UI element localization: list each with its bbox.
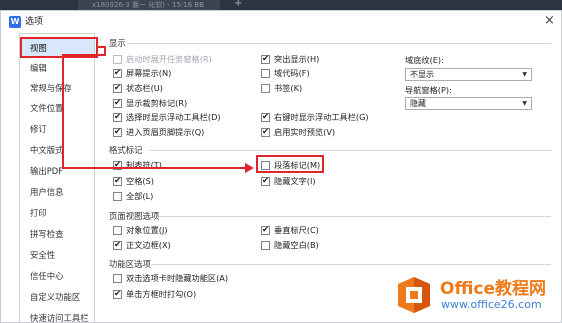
checkbox-box[interactable]: [113, 111, 122, 123]
watermark-url: www.office26.com: [441, 298, 542, 311]
options-sidebar: 视图 编辑 常规与保存 文件位置 修订 中文版式 输出PDF 用户信息 打印 拼…: [19, 33, 95, 323]
checkbox-box[interactable]: [261, 224, 270, 236]
checkbox-box[interactable]: [113, 97, 122, 109]
sidebar-item-user-info[interactable]: 用户信息: [20, 182, 94, 202]
checkbox-box[interactable]: [113, 67, 122, 79]
checkbox-box[interactable]: [261, 241, 270, 250]
checkbox-box[interactable]: [113, 175, 122, 187]
field-shading-select[interactable]: 不显示 ▼: [405, 68, 532, 81]
annotation-arrow-icon: [245, 163, 254, 173]
section-ribbon-heading: 功能区选项: [109, 259, 151, 269]
checkbox-box[interactable]: [261, 175, 270, 187]
sidebar-item-file-location[interactable]: 文件位置: [20, 98, 94, 118]
sidebar-item-security[interactable]: 安全性: [20, 245, 94, 265]
sidebar-item-customize-ribbon[interactable]: 自定义功能区: [20, 287, 94, 307]
sidebar-item-trust-center[interactable]: 信任中心: [20, 266, 94, 286]
section-divider: [149, 150, 551, 151]
section-divider: [159, 216, 551, 217]
watermark-title: Office教程网: [440, 279, 547, 299]
office-logo-icon: [398, 277, 430, 313]
section-page-view-heading: 页面视图选项: [109, 211, 160, 221]
sidebar-item-revision[interactable]: 修订: [20, 119, 94, 139]
sidebar-item-spellcheck[interactable]: 拼写检查: [20, 224, 94, 244]
checkbox-box[interactable]: [113, 226, 122, 235]
checkbox-box[interactable]: [113, 274, 122, 283]
checkbox-box[interactable]: [261, 126, 270, 138]
annotation-line: [62, 167, 246, 169]
sidebar-item-print[interactable]: 打印: [20, 203, 94, 223]
checkbox-box[interactable]: [261, 53, 270, 65]
section-divider: [151, 264, 551, 265]
checkbox-box[interactable]: [113, 82, 122, 94]
annotation-line: [62, 54, 106, 56]
sidebar-item-edit[interactable]: 编辑: [20, 58, 94, 78]
sidebar-item-quick-access[interactable]: 快速访问工具栏: [20, 308, 94, 322]
checkbox-box[interactable]: [113, 239, 122, 251]
sidebar-item-output-pdf[interactable]: 输出PDF: [20, 161, 94, 181]
sidebar-item-chinese-layout[interactable]: 中文版式: [20, 140, 94, 160]
dropdown-arrow-icon: ▼: [522, 71, 527, 78]
checkbox-box[interactable]: [261, 84, 270, 93]
field-shading-label: 域底纹(E):: [405, 55, 444, 65]
close-icon[interactable]: ×: [544, 13, 555, 29]
nav-pane-select[interactable]: 隐藏 ▼: [405, 97, 532, 110]
dialog-titlebar: W 选项 ×: [1, 11, 561, 33]
annotation-line: [62, 54, 64, 169]
section-format-marks-heading: 格式标记: [109, 145, 143, 155]
field-shading-value: 不显示: [410, 70, 434, 79]
checkbox-box[interactable]: [113, 126, 122, 138]
checkbox-box[interactable]: [261, 69, 270, 78]
annotation-highlight-paragraph-marks: [256, 155, 324, 173]
checkbox-box[interactable]: [261, 111, 270, 123]
dialog-title: 选项: [25, 17, 44, 27]
dropdown-arrow-icon: ▼: [522, 100, 527, 107]
checkbox-box[interactable]: [113, 55, 122, 64]
section-divider: [127, 43, 551, 44]
app-logo-icon: W: [9, 16, 21, 28]
section-display-heading: 显示: [109, 38, 126, 48]
plus-icon[interactable]: +: [234, 0, 242, 10]
checkbox-box[interactable]: [113, 288, 122, 300]
checkbox-box[interactable]: [113, 192, 122, 201]
nav-pane-label: 导航窗格(P):: [405, 85, 452, 95]
browser-tab[interactable]: x180926-3 赢一 化软) - 15:16 BB: [78, 0, 220, 10]
nav-pane-value: 隐藏: [410, 99, 426, 108]
sidebar-item-general-save[interactable]: 常规与保存: [20, 78, 94, 98]
